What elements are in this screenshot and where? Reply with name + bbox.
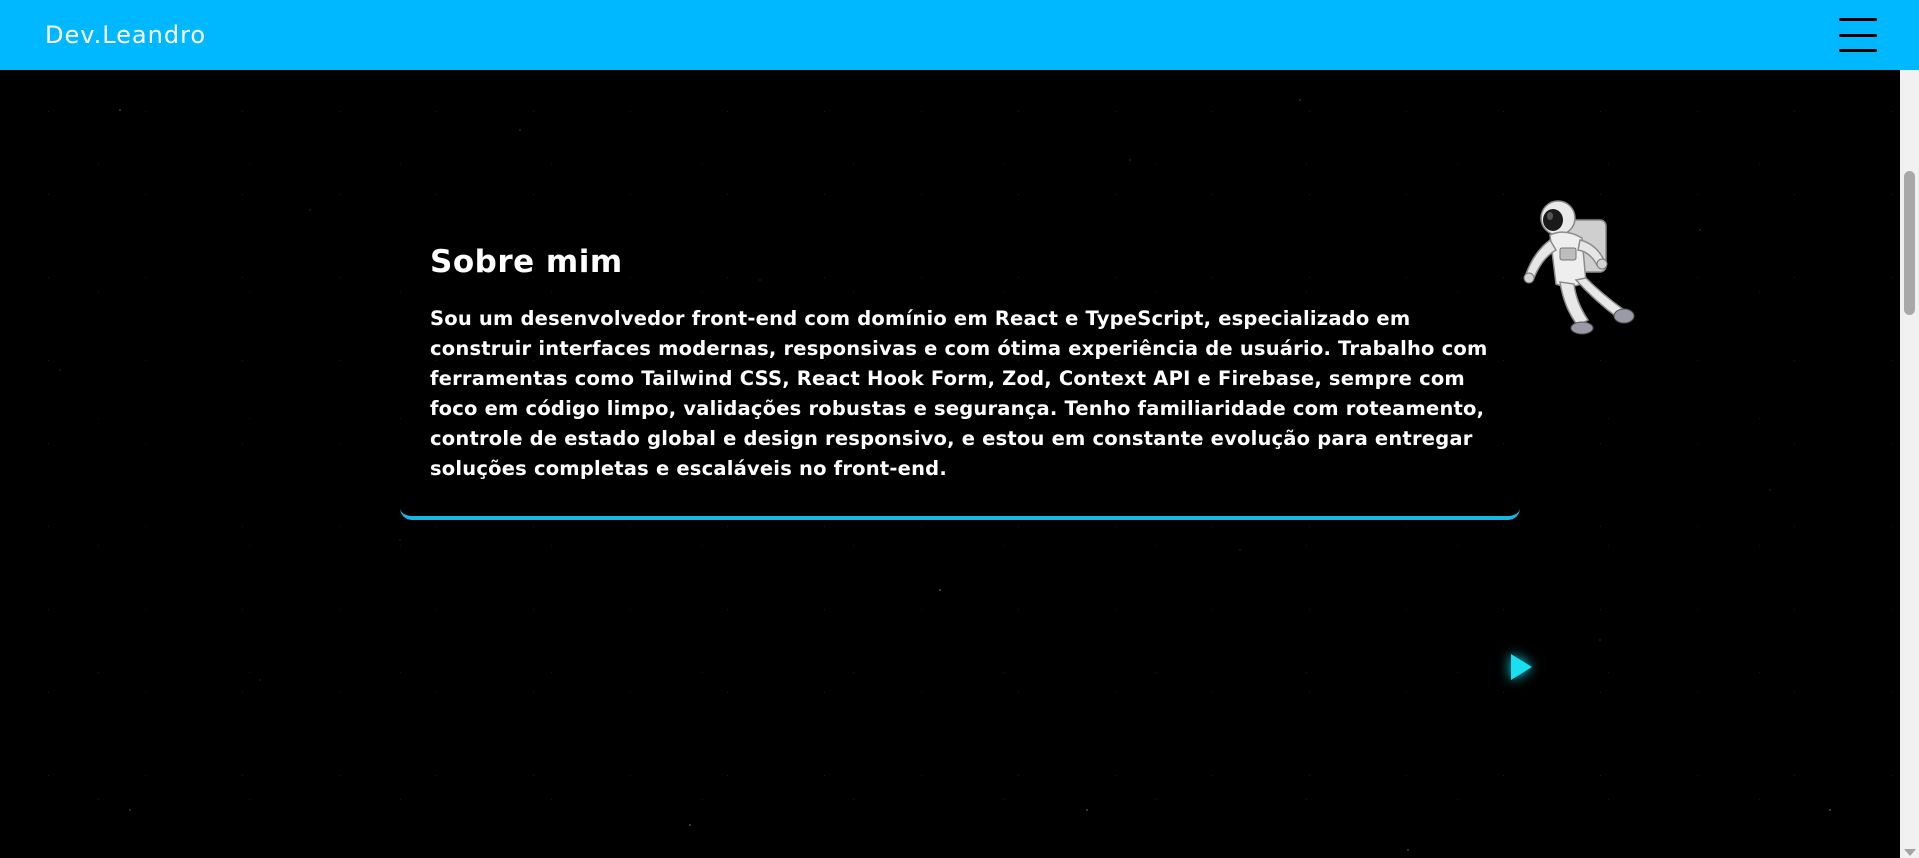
- scroll-down-arrow-icon[interactable]: [1904, 849, 1916, 856]
- play-arrow-icon[interactable]: [1508, 652, 1534, 682]
- about-title: Sobre mim: [430, 244, 623, 280]
- vertical-scrollbar[interactable]: [1900, 70, 1919, 858]
- about-section: Sobre mim Sou um desenvolvedor front-end…: [400, 222, 1520, 520]
- menu-bar: [1839, 49, 1877, 52]
- menu-bar: [1839, 18, 1877, 21]
- top-navbar: Dev.Leandro: [0, 0, 1919, 70]
- site-logo[interactable]: Dev.Leandro: [45, 21, 206, 49]
- menu-bar: [1839, 33, 1877, 37]
- hamburger-menu-icon[interactable]: [1839, 18, 1877, 52]
- scrollbar-thumb[interactable]: [1904, 171, 1915, 315]
- about-description: Sou um desenvolvedor front-end com domín…: [430, 307, 1488, 480]
- page: Dev.Leandro Sobre mim Sou um desenvolved…: [0, 0, 1919, 858]
- astronaut-icon: [1523, 200, 1635, 335]
